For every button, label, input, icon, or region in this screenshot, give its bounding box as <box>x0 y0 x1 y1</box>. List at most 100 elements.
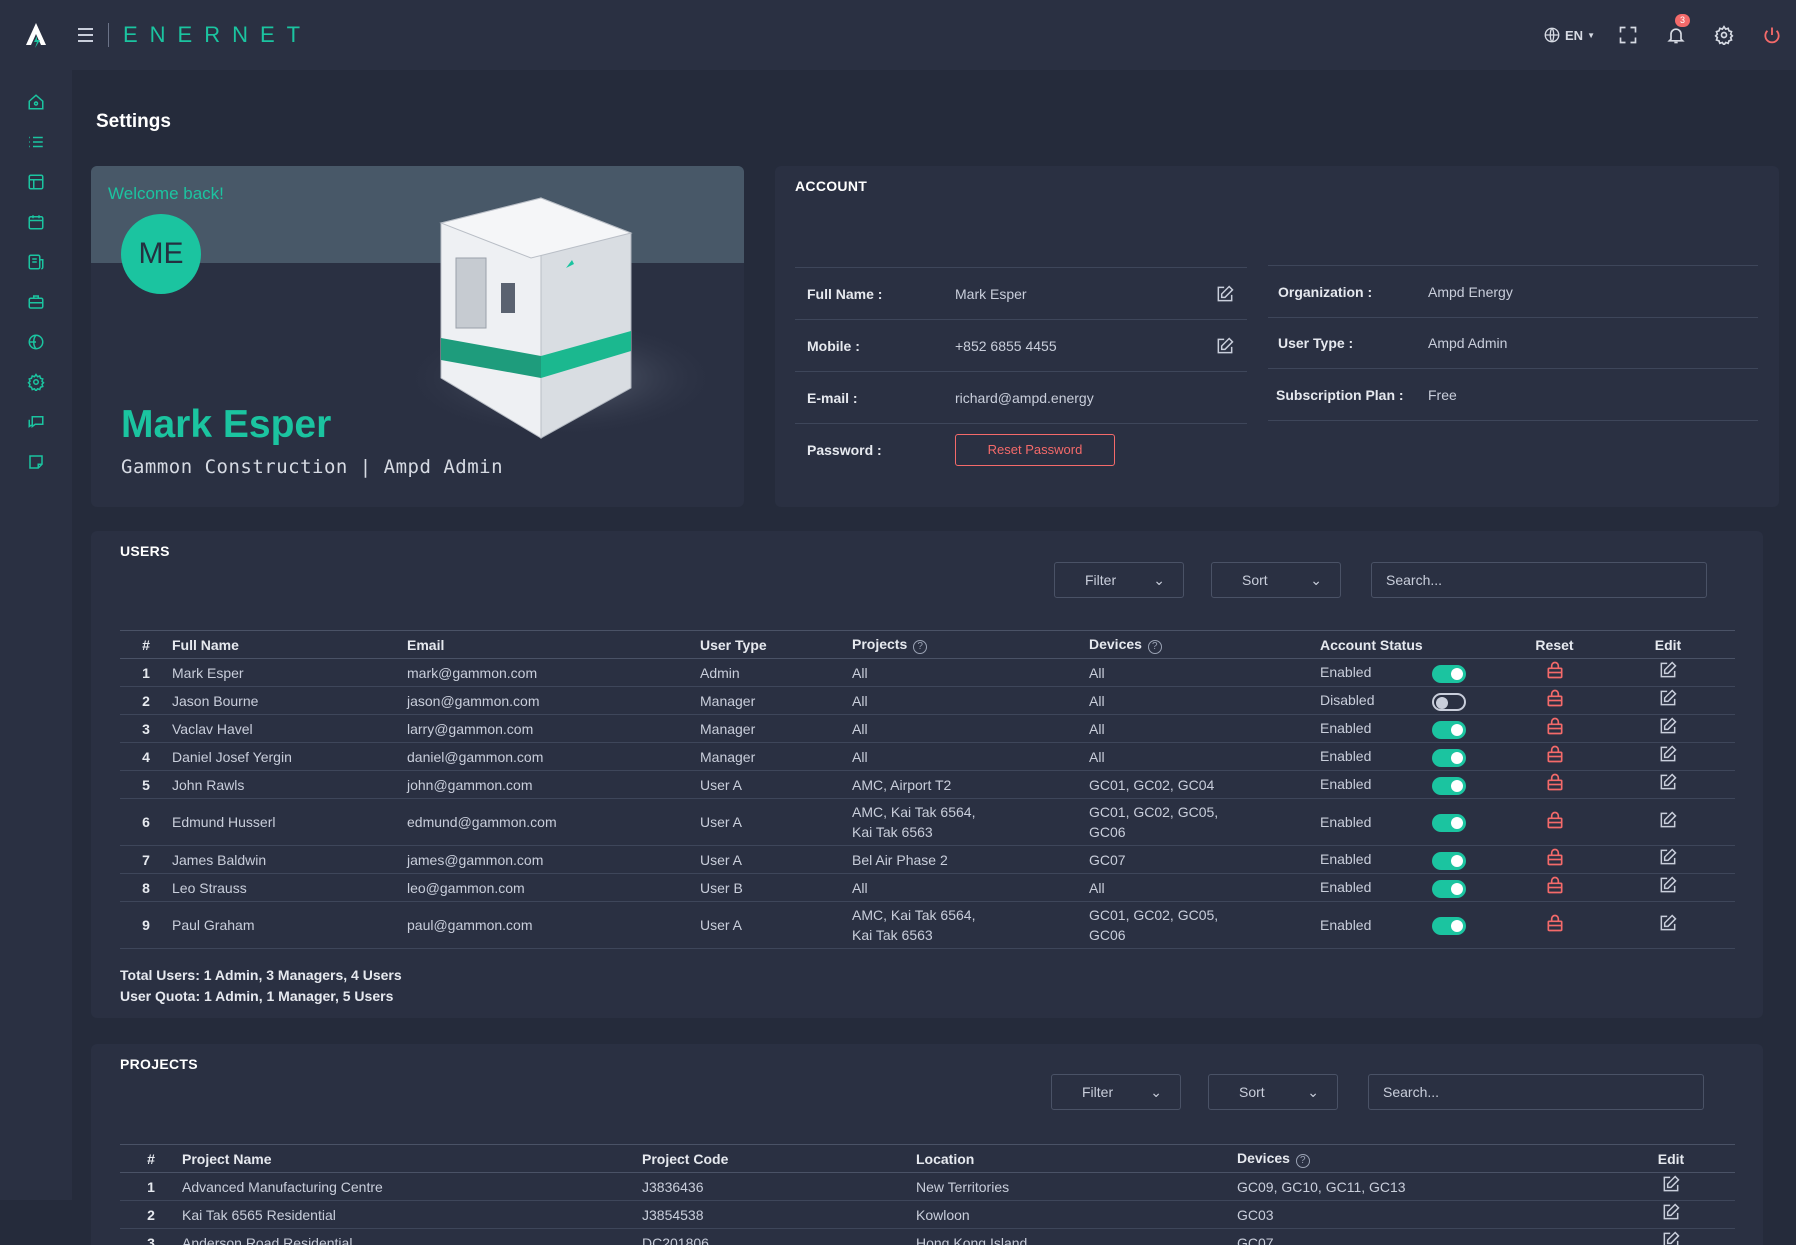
col-project-code: Project Code <box>642 1144 916 1173</box>
user-name: Mark Esper <box>172 658 407 687</box>
account-status-cell: Enabled <box>1320 742 1508 771</box>
account-status-text: Enabled <box>1320 776 1372 793</box>
edit-user-button[interactable] <box>1601 686 1735 715</box>
edit-user-button[interactable] <box>1601 742 1735 771</box>
edit-user-button[interactable] <box>1601 901 1735 949</box>
lock-icon <box>1547 661 1562 679</box>
help-icon[interactable]: ? <box>1295 1153 1310 1168</box>
lock-icon <box>1547 689 1562 707</box>
list-icon <box>29 136 43 148</box>
user-type: Admin <box>700 658 852 687</box>
edit-icon[interactable] <box>1215 284 1235 304</box>
users-table: # Full Name Email User Type Projects ? D… <box>120 630 1735 949</box>
account-status-toggle[interactable] <box>1432 814 1466 833</box>
fullscreen-icon <box>1619 26 1637 44</box>
edit-project-button[interactable] <box>1607 1228 1735 1245</box>
edit-project-button[interactable] <box>1607 1172 1735 1201</box>
account-status-toggle[interactable] <box>1432 917 1466 936</box>
user-type: Manager <box>700 714 852 743</box>
user-devices: All <box>1089 686 1320 715</box>
edit-user-button[interactable] <box>1601 714 1735 743</box>
edit-project-button[interactable] <box>1607 1200 1735 1229</box>
reset-password-button[interactable] <box>1508 770 1601 799</box>
help-icon[interactable]: ? <box>1147 639 1162 654</box>
lock-icon <box>1547 876 1562 894</box>
language-selector[interactable]: EN ▼ <box>1534 0 1604 70</box>
edit-user-button[interactable] <box>1601 845 1735 874</box>
reset-password-button[interactable] <box>1508 742 1601 771</box>
project-code: J3836436 <box>642 1172 916 1201</box>
edit-user-button[interactable] <box>1601 873 1735 902</box>
bell-icon <box>1667 28 1685 44</box>
account-status-toggle[interactable] <box>1432 879 1466 898</box>
settings-button[interactable] <box>1700 0 1748 70</box>
reset-password-button[interactable] <box>1508 658 1601 687</box>
app-logo[interactable] <box>0 0 72 70</box>
edit-icon <box>1663 1203 1680 1220</box>
users-filter-dropdown[interactable]: Filter ⌄ <box>1054 562 1184 598</box>
lock-icon <box>1547 717 1562 735</box>
sidebar-item-reports[interactable] <box>0 242 72 282</box>
row-number: 1 <box>120 658 172 687</box>
col-location: Location <box>916 1144 1237 1173</box>
projects-search-input[interactable] <box>1368 1074 1704 1110</box>
sidebar-item-home[interactable] <box>0 82 72 122</box>
users-search-input[interactable] <box>1371 562 1707 598</box>
logout-button[interactable] <box>1748 0 1796 70</box>
account-status-toggle[interactable] <box>1432 692 1466 711</box>
sidebar-item-calendar[interactable] <box>0 202 72 242</box>
notifications-button[interactable]: 3 <box>1652 0 1700 70</box>
lock-icon <box>1547 848 1562 866</box>
table-row: 3 Anderson Road Residential DC201806 Hong K… <box>120 1228 1735 1245</box>
row-number: 2 <box>120 686 172 715</box>
account-status-toggle[interactable] <box>1432 851 1466 870</box>
reset-password-button[interactable] <box>1508 686 1601 715</box>
profile-name: Mark Esper <box>121 403 332 446</box>
sidebar-item-notes[interactable] <box>0 442 72 482</box>
account-right-column: Organization : Ampd Energy User Type : A… <box>1268 265 1758 421</box>
row-number: 8 <box>120 873 172 902</box>
edit-user-button[interactable] <box>1601 798 1735 846</box>
fullscreen-button[interactable] <box>1604 0 1652 70</box>
user-type: Manager <box>700 742 852 771</box>
sidebar-item-projects[interactable] <box>0 282 72 322</box>
sidebar-item-settings[interactable] <box>0 362 72 402</box>
brand-name: ENERNET <box>123 22 313 47</box>
col-full-name: Full Name <box>172 630 407 659</box>
account-status-toggle[interactable] <box>1432 748 1466 767</box>
edit-icon[interactable] <box>1215 336 1235 356</box>
edit-icon <box>1660 848 1677 865</box>
sidebar-item-globe[interactable] <box>0 322 72 362</box>
sidebar-item-chat[interactable] <box>0 402 72 442</box>
user-email: edmund@gammon.com <box>407 798 700 846</box>
top-right-controls: EN ▼ 3 <box>1534 0 1796 70</box>
account-status-text: Enabled <box>1320 720 1372 737</box>
account-status-text: Enabled <box>1320 813 1372 830</box>
reset-password-button[interactable] <box>1508 798 1601 846</box>
table-row: 7 James Baldwin james@gammon.com User A Bel … <box>120 845 1735 874</box>
account-status-toggle[interactable] <box>1432 664 1466 683</box>
reset-password-button[interactable] <box>1508 845 1601 874</box>
account-status-toggle[interactable] <box>1432 720 1466 739</box>
reset-password-button[interactable] <box>1508 714 1601 743</box>
account-status-toggle[interactable] <box>1432 776 1466 795</box>
user-projects: All <box>852 658 1089 687</box>
sidebar-item-layout[interactable] <box>0 162 72 202</box>
projects-sort-dropdown[interactable]: Sort ⌄ <box>1208 1074 1338 1110</box>
sidebar-item-list[interactable] <box>0 122 72 162</box>
reset-password-button[interactable] <box>1508 901 1601 949</box>
caret-down-icon: ▼ <box>1587 30 1595 40</box>
reset-password-button[interactable] <box>1508 873 1601 902</box>
edit-user-button[interactable] <box>1601 770 1735 799</box>
menu-toggle-button[interactable] <box>78 24 100 46</box>
projects-filter-dropdown[interactable]: Filter ⌄ <box>1051 1074 1181 1110</box>
edit-user-button[interactable] <box>1601 658 1735 687</box>
chat-icon <box>28 416 44 428</box>
chevron-down-icon: ⌄ <box>1307 1083 1319 1100</box>
users-sort-dropdown[interactable]: Sort ⌄ <box>1211 562 1341 598</box>
user-type-label: User Type : <box>1278 335 1354 351</box>
edit-icon <box>1660 689 1677 706</box>
users-title: USERS <box>120 543 170 559</box>
help-icon[interactable]: ? <box>913 639 928 654</box>
reset-password-button[interactable]: Reset Password <box>955 433 1115 466</box>
